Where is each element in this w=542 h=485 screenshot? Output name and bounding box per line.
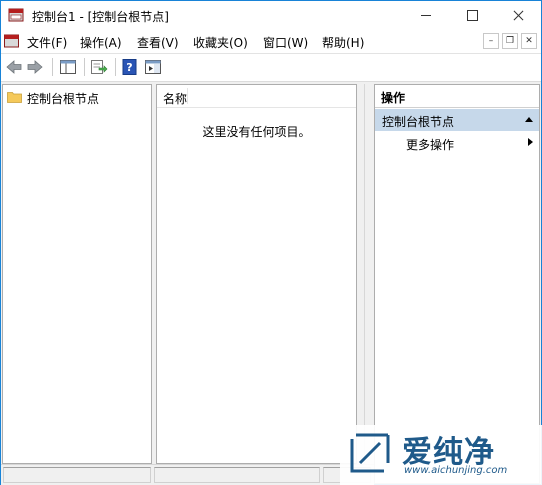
column-header-name[interactable]: 名称 (157, 85, 356, 108)
mdi-close-button[interactable]: ✕ (521, 33, 537, 49)
forward-arrow-icon[interactable] (26, 58, 44, 76)
minimize-button[interactable] (403, 1, 449, 30)
actions-header-label: 操作 (381, 91, 406, 105)
back-arrow-icon[interactable] (5, 58, 23, 76)
status-cell (3, 467, 151, 483)
watermark-logo-icon (350, 433, 390, 473)
menu-file[interactable]: 文件(F) (27, 34, 67, 51)
menu-bar: 文件(F) 操作(A) 查看(V) 收藏夹(O) 窗口(W) 帮助(H) – ❐… (1, 30, 541, 54)
toolbar: ? (1, 54, 541, 82)
export-list-icon[interactable] (90, 58, 108, 76)
column-name-label: 名称 (163, 92, 188, 106)
menu-action[interactable]: 操作(A) (80, 34, 122, 51)
title-bar[interactable]: 控制台1 - [控制台根节点] (1, 1, 541, 30)
folder-icon (7, 92, 22, 103)
empty-list-message: 这里没有任何项目。 (202, 125, 311, 139)
mmc-window: 控制台1 - [控制台根节点] 文件(F) 操作(A) 查看(V) 收藏夹(O)… (0, 0, 542, 485)
tree-node-label: 控制台根节点 (27, 92, 100, 106)
close-button[interactable] (495, 1, 541, 30)
collapse-arrow-icon[interactable] (525, 117, 533, 122)
mmc-app-icon (8, 8, 24, 22)
result-list-pane: 名称 这里没有任何项目。 (156, 84, 357, 464)
mdi-controls: – ❐ ✕ (483, 33, 537, 49)
toolbar-separator (52, 58, 53, 76)
maximize-button[interactable] (449, 1, 495, 30)
show-action-pane-icon[interactable] (144, 58, 162, 76)
splitter-line (364, 84, 365, 484)
mdi-minimize-button[interactable]: – (483, 33, 499, 49)
watermark: 爱纯净 www.aichunjing.com (340, 425, 542, 485)
more-actions-label: 更多操作 (406, 138, 455, 152)
submenu-arrow-icon (528, 138, 533, 146)
menu-window[interactable]: 窗口(W) (263, 34, 308, 51)
actions-group-label: 控制台根节点 (382, 115, 455, 129)
svg-text:?: ? (126, 61, 132, 74)
status-bar (1, 464, 374, 485)
toolbar-separator (84, 58, 85, 76)
toolbar-separator (115, 58, 116, 76)
status-cell (154, 467, 320, 483)
menu-favorites[interactable]: 收藏夹(O) (193, 34, 248, 51)
window-title: 控制台1 - [控制台根节点] (32, 10, 169, 24)
menu-view[interactable]: 查看(V) (137, 34, 179, 51)
menu-help[interactable]: 帮助(H) (322, 34, 364, 51)
column-divider[interactable] (187, 88, 188, 104)
mdi-restore-button[interactable]: ❐ (502, 33, 518, 49)
actions-group-console-root[interactable]: 控制台根节点 (375, 109, 539, 131)
action-more-actions[interactable]: 更多操作 (375, 132, 539, 154)
console-tree-pane: 控制台根节点 (2, 84, 152, 464)
show-tree-icon[interactable] (59, 58, 77, 76)
actions-pane: 操作 控制台根节点 更多操作 (374, 84, 540, 484)
watermark-url: www.aichunjing.com (404, 465, 508, 476)
system-menu-icon[interactable] (4, 34, 19, 48)
pane-splitter[interactable] (357, 84, 374, 484)
help-icon[interactable]: ? (121, 58, 139, 76)
actions-pane-header: 操作 (375, 85, 539, 108)
